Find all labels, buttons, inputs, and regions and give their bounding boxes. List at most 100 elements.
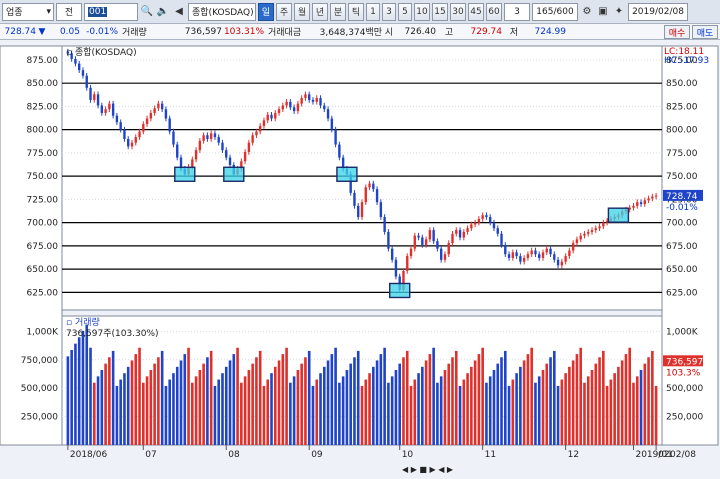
interval-30[interactable]: 30 bbox=[450, 2, 466, 21]
volume-bar bbox=[255, 357, 258, 445]
volume-bar bbox=[130, 360, 134, 445]
search-icon[interactable]: 🔍 bbox=[140, 3, 154, 21]
period-day[interactable]: 일 bbox=[258, 2, 274, 21]
candle-body bbox=[538, 254, 541, 258]
volume-bar bbox=[643, 363, 647, 445]
candle-body bbox=[443, 254, 447, 260]
date-field[interactable]: 2019/02/08 bbox=[628, 2, 688, 21]
y-tick-label-right: 850.00 bbox=[666, 79, 698, 89]
volume-last-label: 736,597 bbox=[666, 357, 703, 367]
low-value: 724.99 bbox=[534, 26, 567, 37]
category-select[interactable]: 업종 ▾ bbox=[2, 2, 54, 21]
volume-bar bbox=[458, 385, 462, 445]
candle-body bbox=[209, 133, 213, 139]
candle-body bbox=[228, 157, 232, 165]
volume-bar bbox=[270, 373, 273, 445]
app-window: 업종 ▾ 전 001 🔍 🔈 ◀ 종합(KOSDAQ) 일 주 월 년 분 틱 1… bbox=[0, 0, 720, 479]
period-week[interactable]: 주 bbox=[276, 2, 292, 21]
candle-body bbox=[545, 248, 548, 253]
interval-5[interactable]: 5 bbox=[398, 2, 412, 21]
price-chart[interactable]: 875.00 875.00850.00 850.00825.00 825.00800.… bbox=[0, 40, 720, 479]
prev-icon[interactable]: ◀ bbox=[172, 3, 186, 21]
candle-body bbox=[202, 135, 205, 141]
candle-body bbox=[421, 237, 424, 245]
candle-body bbox=[462, 231, 466, 238]
save-icon[interactable]: ▣ bbox=[596, 3, 610, 21]
volume-bar bbox=[413, 379, 417, 445]
candle-body bbox=[602, 222, 605, 227]
candle-body bbox=[511, 252, 515, 258]
candle-body bbox=[636, 202, 639, 206]
volume-bar bbox=[549, 357, 552, 445]
interval-60[interactable]: 60 bbox=[486, 2, 502, 21]
sound-icon[interactable]: 🔈 bbox=[156, 3, 170, 21]
volume-bar bbox=[92, 382, 96, 445]
volume-bar bbox=[209, 350, 213, 445]
volume-bar bbox=[387, 382, 390, 445]
volume-bar bbox=[111, 350, 115, 445]
volume-bar bbox=[104, 363, 107, 445]
volume-bar bbox=[304, 357, 307, 445]
volume-bar bbox=[492, 370, 496, 445]
candle-body bbox=[496, 228, 499, 234]
volume-bar bbox=[224, 366, 228, 445]
price-chart-title: ▫ 종합(KOSDAQ) bbox=[66, 47, 137, 58]
count-field[interactable]: 165/600 bbox=[532, 2, 578, 21]
volume-bar bbox=[172, 373, 175, 445]
sell-button[interactable]: 매도 bbox=[692, 25, 718, 39]
interval-10[interactable]: 10 bbox=[414, 2, 430, 21]
interval-1[interactable]: 1 bbox=[366, 2, 380, 21]
candle-body bbox=[311, 99, 315, 102]
period-minute[interactable]: 분 bbox=[330, 2, 346, 21]
candle-body bbox=[81, 70, 85, 76]
index-name-field: 종합(KOSDAQ) bbox=[188, 2, 256, 21]
period-year[interactable]: 년 bbox=[312, 2, 328, 21]
candle-body bbox=[587, 231, 590, 234]
volume-bar bbox=[409, 385, 413, 445]
x-axis-label: 07 bbox=[145, 450, 156, 460]
interval-3[interactable]: 3 bbox=[382, 2, 396, 21]
options-icon[interactable]: ✦ bbox=[612, 3, 626, 21]
period-month[interactable]: 월 bbox=[294, 2, 310, 21]
y-tick-label-right: 650.00 bbox=[666, 265, 698, 275]
volume-bar bbox=[187, 347, 190, 445]
volume-bar bbox=[654, 385, 658, 445]
y-tick-label-right: 675.00 bbox=[666, 242, 698, 252]
candle-body bbox=[164, 109, 168, 119]
volume-bar bbox=[428, 354, 432, 445]
y-tick-label-left: 650.00 bbox=[27, 265, 59, 275]
volume-bar bbox=[503, 350, 507, 445]
y-tick-label-right: 775.00 bbox=[666, 149, 698, 159]
volume-bar bbox=[141, 382, 145, 445]
x-axis-label: 10 bbox=[402, 450, 414, 460]
candle-body bbox=[296, 103, 300, 112]
volume-bar bbox=[424, 360, 428, 445]
interval-select[interactable]: 3 bbox=[504, 2, 530, 21]
buy-button[interactable]: 매수 bbox=[664, 25, 690, 39]
settings-icon[interactable]: ⚙ bbox=[580, 3, 594, 21]
candle-body bbox=[647, 198, 650, 201]
interval-15[interactable]: 15 bbox=[432, 2, 448, 21]
volume-bar bbox=[617, 366, 620, 445]
candle-body bbox=[319, 98, 322, 106]
interval-45[interactable]: 45 bbox=[468, 2, 484, 21]
mode-select[interactable]: 전 bbox=[56, 2, 82, 21]
volume-bar bbox=[338, 382, 341, 445]
mode-label: 전 bbox=[64, 8, 74, 18]
volume-bar bbox=[258, 350, 262, 445]
volume-bar bbox=[571, 360, 575, 445]
candle-body bbox=[507, 254, 511, 258]
code-input[interactable]: 001 bbox=[84, 2, 138, 21]
candle-body bbox=[213, 133, 217, 138]
candle-body bbox=[447, 243, 450, 255]
candle-body bbox=[541, 252, 545, 258]
volume-tick-left: 750,000 bbox=[21, 356, 58, 366]
volume-bar bbox=[353, 357, 356, 445]
candle-body bbox=[130, 142, 134, 147]
volume-bar bbox=[639, 370, 643, 445]
y-tick-label-right: 700.00 bbox=[666, 219, 698, 229]
y-tick-label-left: 625.00 bbox=[27, 288, 59, 298]
volume-bar bbox=[594, 363, 598, 445]
scroll-bar bbox=[62, 461, 662, 476]
period-tick[interactable]: 틱 bbox=[348, 2, 364, 21]
